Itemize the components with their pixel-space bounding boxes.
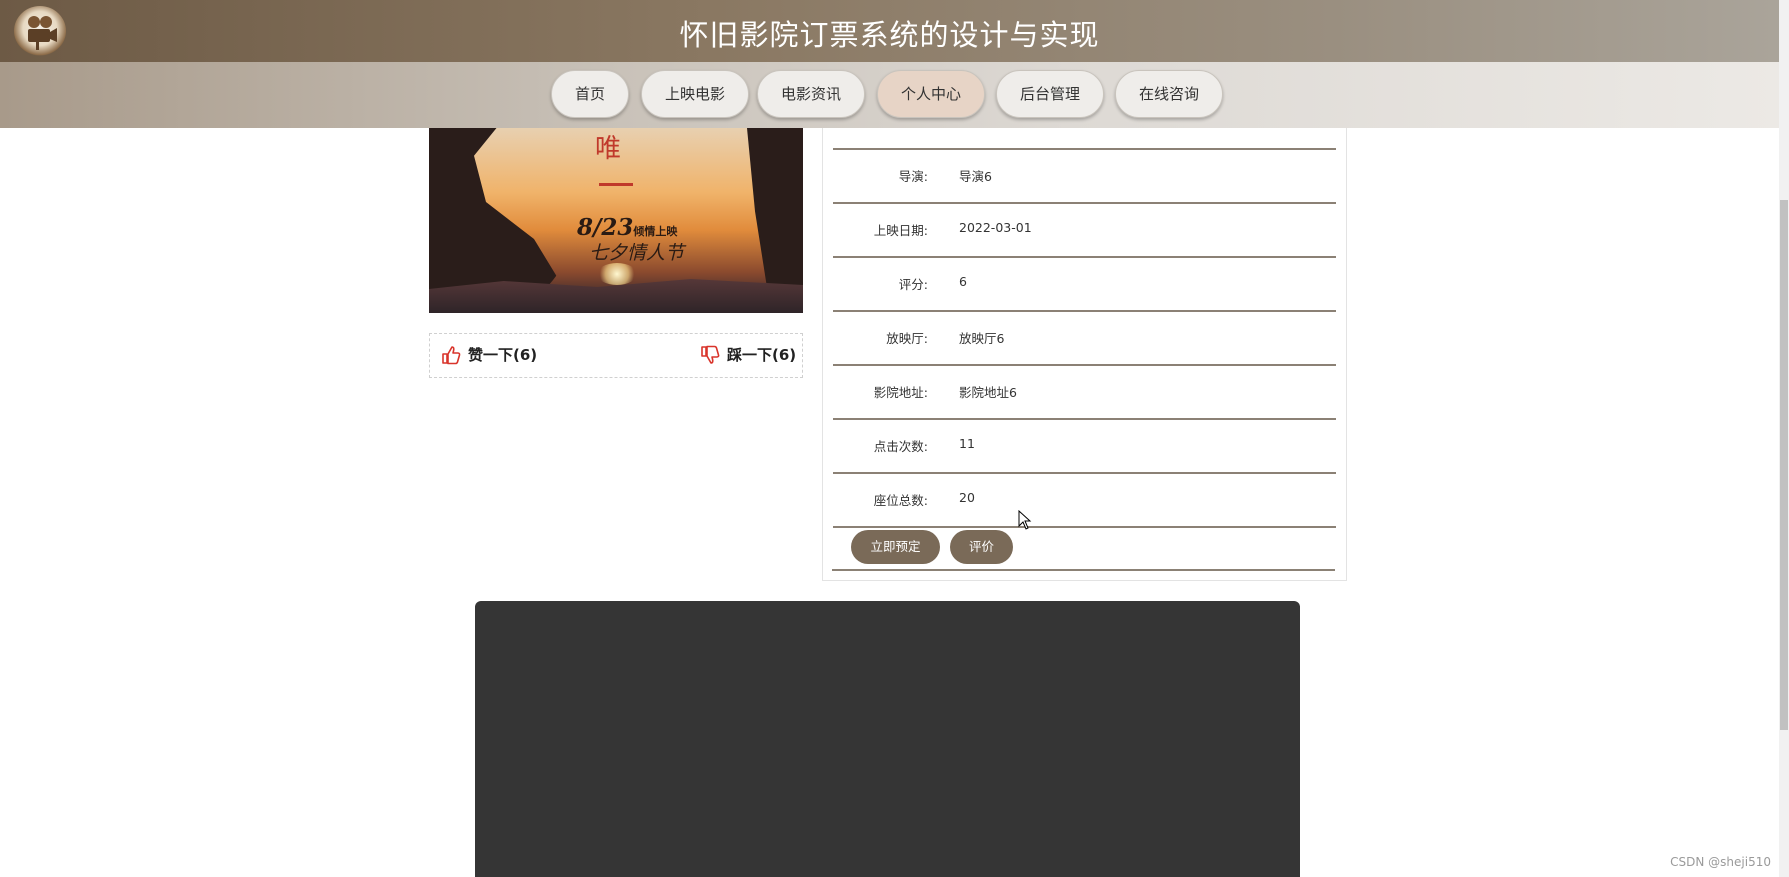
movie-detail-panel: 导演: 导演6 上映日期: 2022-03-01 评分: 6 放映厅: 放映厅6…: [822, 128, 1347, 581]
detail-value: 2022-03-01: [959, 220, 1032, 235]
poster-date-number: 8/23: [577, 214, 634, 241]
detail-row-address: 影院地址: 影院地址6: [833, 366, 1336, 420]
site-header: 怀旧影院订票系统的设计与实现: [0, 0, 1779, 62]
movie-poster: 唯 8/23倾情上映 七夕情人节: [429, 128, 803, 313]
nav-item-home[interactable]: 首页: [551, 70, 629, 118]
watermark: CSDN @sheji510: [1670, 855, 1771, 869]
nav-item-admin[interactable]: 后台管理: [996, 70, 1104, 118]
poster-date-sub: 倾情上映: [633, 225, 678, 238]
review-button[interactable]: 评价: [950, 530, 1013, 564]
detail-label: 座位总数:: [873, 493, 928, 508]
detail-label: 导演:: [898, 169, 928, 184]
detail-label: 上映日期:: [873, 223, 928, 238]
like-button[interactable]: 赞一下(6): [441, 344, 537, 365]
detail-label: 评分:: [898, 277, 928, 292]
detail-label: 影院地址:: [873, 385, 928, 400]
detail-label: 点击次数:: [873, 439, 928, 454]
book-now-button[interactable]: 立即预定: [851, 530, 940, 564]
actions-divider: [832, 569, 1335, 571]
dislike-button[interactable]: 踩一下(6): [700, 344, 796, 365]
detail-row-seats: 座位总数: 20: [833, 474, 1336, 528]
main-nav: 首页 上映电影 电影资讯 个人中心 后台管理 在线咨询: [0, 62, 1779, 128]
detail-value: 影院地址6: [959, 385, 1017, 400]
detail-value: 6: [959, 274, 967, 289]
nav-item-online-consult[interactable]: 在线咨询: [1115, 70, 1223, 118]
poster-sun: [597, 263, 637, 285]
detail-row-director: 导演: 导演6: [833, 150, 1336, 204]
detail-row-hall: 放映厅: 放映厅6: [833, 312, 1336, 366]
vote-box: 赞一下(6) 踩一下(6): [429, 333, 803, 378]
detail-row-rating: 评分: 6: [833, 258, 1336, 312]
detail-value: 20: [959, 490, 975, 505]
nav-item-personal-center[interactable]: 个人中心: [877, 70, 985, 118]
detail-value: 导演6: [959, 169, 992, 184]
like-label: 赞一下(6): [468, 346, 538, 364]
poster-date: 8/23倾情上映: [577, 214, 677, 241]
detail-value: 11: [959, 436, 975, 451]
nav-item-movie-news[interactable]: 电影资讯: [757, 70, 865, 118]
video-player[interactable]: [475, 601, 1300, 877]
detail-label: 放映厅:: [886, 331, 928, 346]
detail-row-partial: [833, 128, 1336, 150]
poster-festival: 七夕情人节: [589, 242, 685, 264]
detail-row-clicks: 点击次数: 11: [833, 420, 1336, 474]
site-title: 怀旧影院订票系统的设计与实现: [679, 18, 1100, 52]
thumbs-down-icon: [701, 345, 720, 364]
poster-dash: [599, 183, 633, 186]
thumbs-up-icon: [442, 345, 461, 364]
scrollbar-thumb[interactable]: [1780, 200, 1788, 730]
mouse-cursor-icon: [1018, 510, 1032, 530]
nav-item-now-showing[interactable]: 上映电影: [641, 70, 749, 118]
poster-title-char: 唯: [595, 134, 622, 164]
dislike-label: 踩一下(6): [727, 346, 797, 364]
detail-row-release-date: 上映日期: 2022-03-01: [833, 204, 1336, 258]
detail-value: 放映厅6: [959, 331, 1005, 346]
